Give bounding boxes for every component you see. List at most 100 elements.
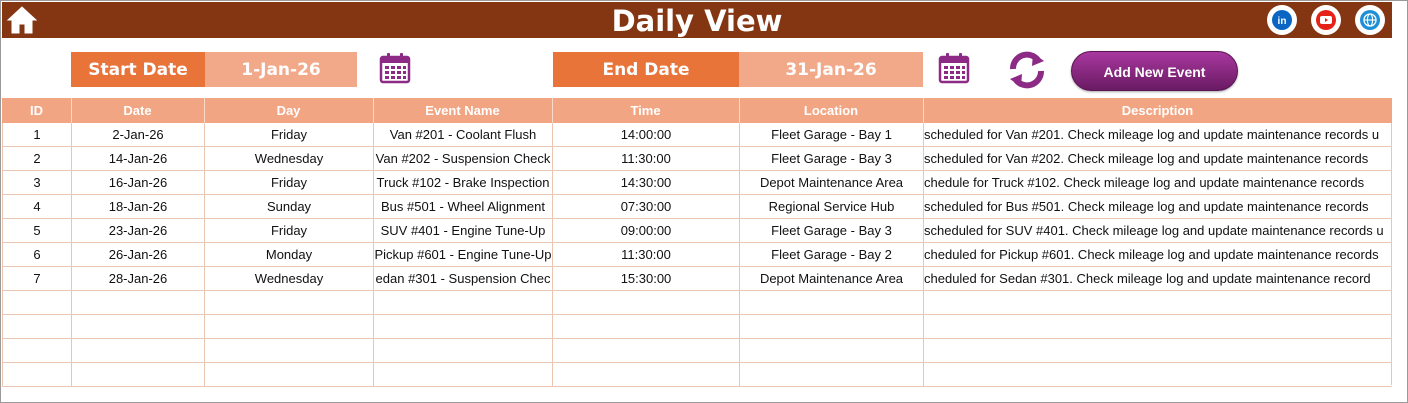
cell-event-name: SUV #401 - Engine Tune-Up	[373, 219, 552, 242]
cell-day	[204, 339, 373, 362]
cell-event-name: Bus #501 - Wheel Alignment	[373, 195, 552, 218]
cell-event-name: Truck #102 - Brake Inspection	[373, 171, 552, 194]
refresh-icon[interactable]	[1005, 49, 1049, 91]
cell-event-name: Van #202 - Suspension Check	[373, 147, 552, 170]
cell-description	[923, 315, 1392, 338]
header-separator	[373, 98, 374, 123]
cell-date: 28-Jan-26	[71, 267, 204, 290]
cell-description: scheduled for SUV #401. Check mileage lo…	[923, 219, 1392, 242]
cell-day: Wednesday	[204, 147, 373, 170]
cell-event-name	[373, 291, 552, 314]
website-button[interactable]	[1355, 5, 1385, 35]
linkedin-button[interactable]: in	[1267, 5, 1297, 35]
table-row[interactable]	[2, 339, 1392, 363]
header-separator	[923, 98, 924, 123]
cell-location: Fleet Garage - Bay 1	[739, 123, 923, 146]
cell-day	[204, 315, 373, 338]
cell-time: 11:30:00	[552, 147, 739, 170]
cell-description: scheduled for Van #202. Check mileage lo…	[923, 147, 1392, 170]
table-row[interactable]: 1 2-Jan-26 Friday Van #201 - Coolant Flush 1…	[2, 123, 1392, 147]
cell-location: Depot Maintenance Area	[739, 171, 923, 194]
start-date-value[interactable]: 1-Jan-26	[205, 52, 357, 87]
cell-date: 16-Jan-26	[71, 171, 204, 194]
cell-location	[739, 339, 923, 362]
cell-date	[71, 363, 204, 386]
column-header-description: Description	[1121, 103, 1194, 118]
cell-date: 26-Jan-26	[71, 243, 204, 266]
cell-day	[204, 363, 373, 386]
cell-event-name	[373, 315, 552, 338]
cell-day: Friday	[204, 219, 373, 242]
page-title: Daily View	[611, 4, 783, 38]
cell-location: Fleet Garage - Bay 3	[739, 147, 923, 170]
cell-description	[923, 339, 1392, 362]
header-separator	[71, 98, 72, 123]
header-bar: Daily View in	[2, 2, 1392, 38]
cell-time	[552, 363, 739, 386]
table-row[interactable]: 4 18-Jan-26 Sunday Bus #501 - Wheel Alignme…	[2, 195, 1392, 219]
cell-time: 11:30:00	[552, 243, 739, 266]
cell-location: Depot Maintenance Area	[739, 267, 923, 290]
end-date-label: End Date	[553, 52, 739, 87]
table-row[interactable]: 5 23-Jan-26 Friday SUV #401 - Engine Tune-U…	[2, 219, 1392, 243]
table-row[interactable]: 3 16-Jan-26 Friday Truck #102 - Brake Inspe…	[2, 171, 1392, 195]
linkedin-icon: in	[1272, 10, 1292, 30]
cell-time	[552, 291, 739, 314]
cell-id	[2, 315, 71, 338]
cell-time	[552, 315, 739, 338]
cell-id: 2	[2, 147, 71, 170]
cell-location: Fleet Garage - Bay 2	[739, 243, 923, 266]
cell-date: 2-Jan-26	[71, 123, 204, 146]
column-header-id: ID	[30, 103, 43, 118]
cell-date: 18-Jan-26	[71, 195, 204, 218]
cell-description: cheduled for Pickup #601. Check mileage …	[923, 243, 1392, 266]
cell-id: 7	[2, 267, 71, 290]
table-row[interactable]: 6 26-Jan-26 Monday Pickup #601 - Engine Tun…	[2, 243, 1392, 267]
cell-id: 3	[2, 171, 71, 194]
cell-id	[2, 339, 71, 362]
cell-date: 23-Jan-26	[71, 219, 204, 242]
column-header-event-name: Event Name	[425, 103, 500, 118]
cell-day	[204, 291, 373, 314]
youtube-button[interactable]	[1311, 5, 1341, 35]
cell-time: 07:30:00	[552, 195, 739, 218]
cell-location	[739, 315, 923, 338]
table-row[interactable]	[2, 291, 1392, 315]
cell-date	[71, 315, 204, 338]
cell-description: cheduled for Sedan #301. Check mileage l…	[923, 267, 1392, 290]
cell-id	[2, 291, 71, 314]
cell-id: 1	[2, 123, 71, 146]
youtube-icon	[1316, 10, 1336, 30]
column-header-day: Day	[276, 103, 301, 118]
cell-time: 09:00:00	[552, 219, 739, 242]
calendar-icon[interactable]	[379, 52, 411, 84]
cell-location	[739, 291, 923, 314]
start-date-label: Start Date	[71, 52, 205, 87]
table-row[interactable]	[2, 315, 1392, 339]
cell-time: 14:30:00	[552, 171, 739, 194]
cell-event-name: edan #301 - Suspension Chec	[373, 267, 552, 290]
header-separator	[739, 98, 740, 123]
table-row[interactable]: 2 14-Jan-26 Wednesday Van #202 - Suspension…	[2, 147, 1392, 171]
column-header-date: Date	[123, 103, 152, 118]
table-row[interactable]: 7 28-Jan-26 Wednesday edan #301 - Suspensio…	[2, 267, 1392, 291]
end-date-value[interactable]: 31-Jan-26	[739, 52, 923, 87]
cell-time	[552, 339, 739, 362]
cell-location: Regional Service Hub	[739, 195, 923, 218]
cell-day: Monday	[204, 243, 373, 266]
calendar-icon[interactable]	[938, 52, 970, 84]
cell-id: 4	[2, 195, 71, 218]
cell-day: Sunday	[204, 195, 373, 218]
cell-day: Friday	[204, 123, 373, 146]
cell-day: Friday	[204, 171, 373, 194]
cell-description: chedule for Truck #102. Check mileage lo…	[923, 171, 1392, 194]
cell-id	[2, 363, 71, 386]
cell-time: 15:30:00	[552, 267, 739, 290]
cell-description: scheduled for Bus #501. Check mileage lo…	[923, 195, 1392, 218]
cell-date	[71, 291, 204, 314]
cell-id: 5	[2, 219, 71, 242]
cell-day: Wednesday	[204, 267, 373, 290]
add-new-event-button[interactable]: Add New Event	[1071, 51, 1238, 91]
table-row[interactable]	[2, 363, 1392, 387]
cell-event-name: Van #201 - Coolant Flush	[373, 123, 552, 146]
